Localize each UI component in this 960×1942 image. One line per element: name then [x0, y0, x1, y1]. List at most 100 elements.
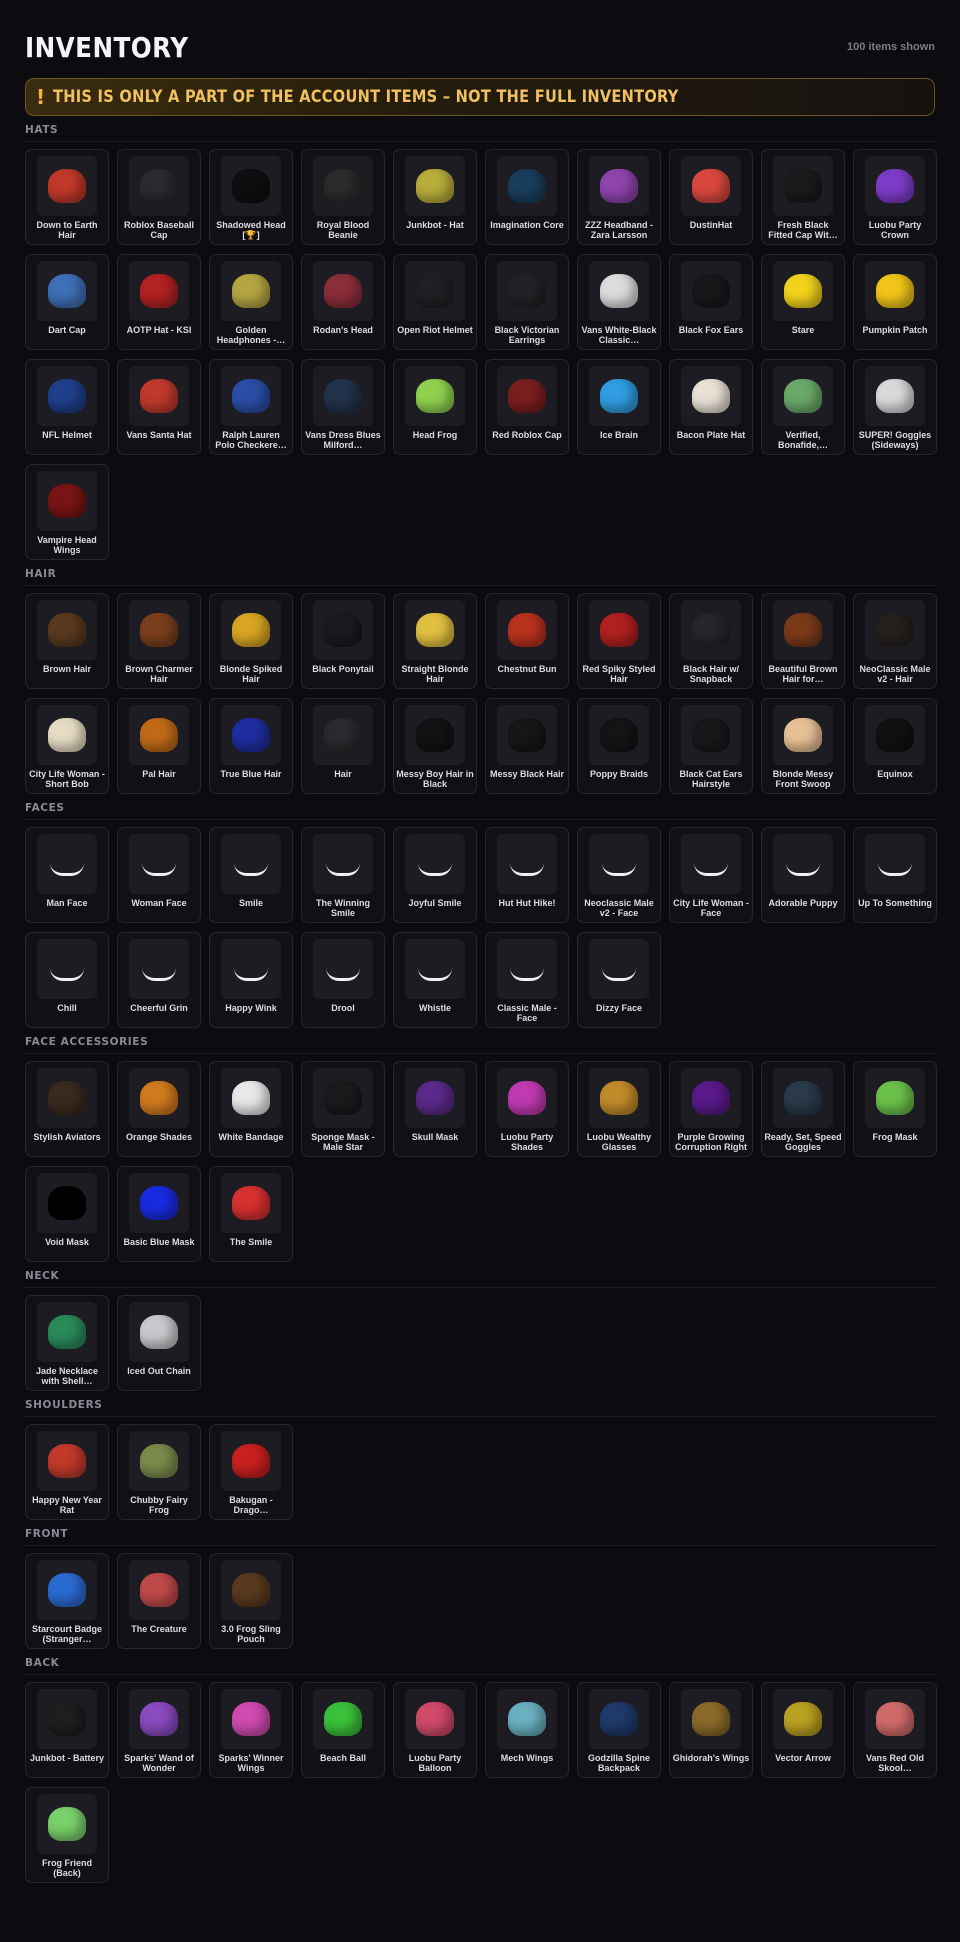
item-card[interactable]: Neoclassic Male v2 - Face	[577, 827, 661, 923]
item-card[interactable]: Vans Dress Blues Milford…	[301, 359, 385, 455]
item-card[interactable]: Brown Charmer Hair	[117, 593, 201, 689]
item-card[interactable]: Happy New Year Rat	[25, 1424, 109, 1520]
item-card[interactable]: Man Face	[25, 827, 109, 923]
item-card[interactable]: Bacon Plate Hat	[669, 359, 753, 455]
item-card[interactable]: Happy Wink	[209, 932, 293, 1028]
item-card[interactable]: Starcourt Badge (Stranger…	[25, 1553, 109, 1649]
item-card[interactable]: Junkbot - Hat	[393, 149, 477, 245]
item-card[interactable]: Luobu Party Balloon	[393, 1682, 477, 1778]
item-card[interactable]: Down to Earth Hair	[25, 149, 109, 245]
item-card[interactable]: Orange Shades	[117, 1061, 201, 1157]
item-card[interactable]: Verified, Bonafide,…	[761, 359, 845, 455]
item-card[interactable]: Drool	[301, 932, 385, 1028]
item-card[interactable]: Ice Brain	[577, 359, 661, 455]
item-card[interactable]: Jade Necklace with Shell…	[25, 1295, 109, 1391]
item-card[interactable]: Up To Something	[853, 827, 937, 923]
item-card[interactable]: Roblox Baseball Cap	[117, 149, 201, 245]
item-card[interactable]: Classic Male - Face	[485, 932, 569, 1028]
item-card[interactable]: Dizzy Face	[577, 932, 661, 1028]
item-card[interactable]: Messy Boy Hair in Black	[393, 698, 477, 794]
item-card[interactable]: DustinHat	[669, 149, 753, 245]
item-card[interactable]: Rodan's Head	[301, 254, 385, 350]
item-card[interactable]: Dart Cap	[25, 254, 109, 350]
item-card[interactable]: NFL Helmet	[25, 359, 109, 455]
item-card[interactable]: Sparks' Winner Wings	[209, 1682, 293, 1778]
item-card[interactable]: Shadowed Head [🏆]	[209, 149, 293, 245]
item-card[interactable]: Purple Growing Corruption Right	[669, 1061, 753, 1157]
item-card[interactable]: Beautiful Brown Hair for…	[761, 593, 845, 689]
item-card[interactable]: Vans Santa Hat	[117, 359, 201, 455]
item-card[interactable]: Mech Wings	[485, 1682, 569, 1778]
item-card[interactable]: Royal Blood Beanie	[301, 149, 385, 245]
item-card[interactable]: 3.0 Frog Sling Pouch	[209, 1553, 293, 1649]
item-card[interactable]: Ghidorah's Wings	[669, 1682, 753, 1778]
item-card[interactable]: Sparks' Wand of Wonder	[117, 1682, 201, 1778]
item-card[interactable]: Chubby Fairy Frog	[117, 1424, 201, 1520]
item-card[interactable]: Black Ponytail	[301, 593, 385, 689]
item-card[interactable]: Adorable Puppy	[761, 827, 845, 923]
item-card[interactable]: Luobu Party Crown	[853, 149, 937, 245]
item-card[interactable]: City Life Woman - Face	[669, 827, 753, 923]
item-card[interactable]: Chill	[25, 932, 109, 1028]
item-card[interactable]: Luobu Party Shades	[485, 1061, 569, 1157]
item-card[interactable]: Red Spiky Styled Hair	[577, 593, 661, 689]
item-card[interactable]: Ready, Set, Speed Goggles	[761, 1061, 845, 1157]
item-card[interactable]: Bakugan - Drago…	[209, 1424, 293, 1520]
item-card[interactable]: Cheerful Grin	[117, 932, 201, 1028]
item-card[interactable]: Stylish Aviators	[25, 1061, 109, 1157]
item-card[interactable]: The Winning Smile	[301, 827, 385, 923]
item-card[interactable]: Black Fox Ears	[669, 254, 753, 350]
item-card[interactable]: Woman Face	[117, 827, 201, 923]
item-card[interactable]: Vans White-Black Classic…	[577, 254, 661, 350]
item-card[interactable]: Whistle	[393, 932, 477, 1028]
item-card[interactable]: Luobu Wealthy Glasses	[577, 1061, 661, 1157]
item-card[interactable]: Fresh Black Fitted Cap Wit…	[761, 149, 845, 245]
item-card[interactable]: Chestnut Bun	[485, 593, 569, 689]
item-card[interactable]: SUPER! Goggles (Sideways)	[853, 359, 937, 455]
item-card[interactable]: Black Hair w/ Snapback	[669, 593, 753, 689]
item-card[interactable]: NeoClassic Male v2 - Hair	[853, 593, 937, 689]
item-card[interactable]: Equinox	[853, 698, 937, 794]
item-card[interactable]: Joyful Smile	[393, 827, 477, 923]
item-card[interactable]: Frog Mask	[853, 1061, 937, 1157]
item-card[interactable]: Blonde Spiked Hair	[209, 593, 293, 689]
item-card[interactable]: Sponge Mask - Male Star	[301, 1061, 385, 1157]
item-card[interactable]: Skull Mask	[393, 1061, 477, 1157]
item-card[interactable]: Ralph Lauren Polo Checkere…	[209, 359, 293, 455]
item-card[interactable]: Vampire Head Wings	[25, 464, 109, 560]
item-card[interactable]: Stare	[761, 254, 845, 350]
item-card[interactable]: Frog Friend (Back)	[25, 1787, 109, 1883]
item-card[interactable]: True Blue Hair	[209, 698, 293, 794]
item-card[interactable]: Imagination Core	[485, 149, 569, 245]
item-card[interactable]: Void Mask	[25, 1166, 109, 1262]
item-card[interactable]: Black Victorian Earrings	[485, 254, 569, 350]
item-card[interactable]: Vans Red Old Skool…	[853, 1682, 937, 1778]
item-card[interactable]: Open Riot Helmet	[393, 254, 477, 350]
item-card[interactable]: The Smile	[209, 1166, 293, 1262]
item-card[interactable]: Blonde Messy Front Swoop	[761, 698, 845, 794]
item-card[interactable]: Brown Hair	[25, 593, 109, 689]
item-card[interactable]: City Life Woman - Short Bob	[25, 698, 109, 794]
item-card[interactable]: Hut Hut Hike!	[485, 827, 569, 923]
item-card[interactable]: Head Frog	[393, 359, 477, 455]
item-card[interactable]: The Creature	[117, 1553, 201, 1649]
item-card[interactable]: ZZZ Headband - Zara Larsson	[577, 149, 661, 245]
item-card[interactable]: Pumpkin Patch	[853, 254, 937, 350]
item-card[interactable]: Red Roblox Cap	[485, 359, 569, 455]
item-card[interactable]: Golden Headphones -…	[209, 254, 293, 350]
item-card[interactable]: Hair	[301, 698, 385, 794]
item-card[interactable]: Beach Ball	[301, 1682, 385, 1778]
item-card[interactable]: Messy Black Hair	[485, 698, 569, 794]
item-card[interactable]: White Bandage	[209, 1061, 293, 1157]
item-card[interactable]: Black Cat Ears Hairstyle	[669, 698, 753, 794]
item-card[interactable]: Junkbot - Battery	[25, 1682, 109, 1778]
item-card[interactable]: Smile	[209, 827, 293, 923]
item-card[interactable]: Straight Blonde Hair	[393, 593, 477, 689]
item-card[interactable]: Vector Arrow	[761, 1682, 845, 1778]
item-card[interactable]: Poppy Braids	[577, 698, 661, 794]
item-card[interactable]: Basic Blue Mask	[117, 1166, 201, 1262]
item-card[interactable]: Godzilla Spine Backpack	[577, 1682, 661, 1778]
item-card[interactable]: Iced Out Chain	[117, 1295, 201, 1391]
item-card[interactable]: AOTP Hat - KSI	[117, 254, 201, 350]
item-card[interactable]: Pal Hair	[117, 698, 201, 794]
